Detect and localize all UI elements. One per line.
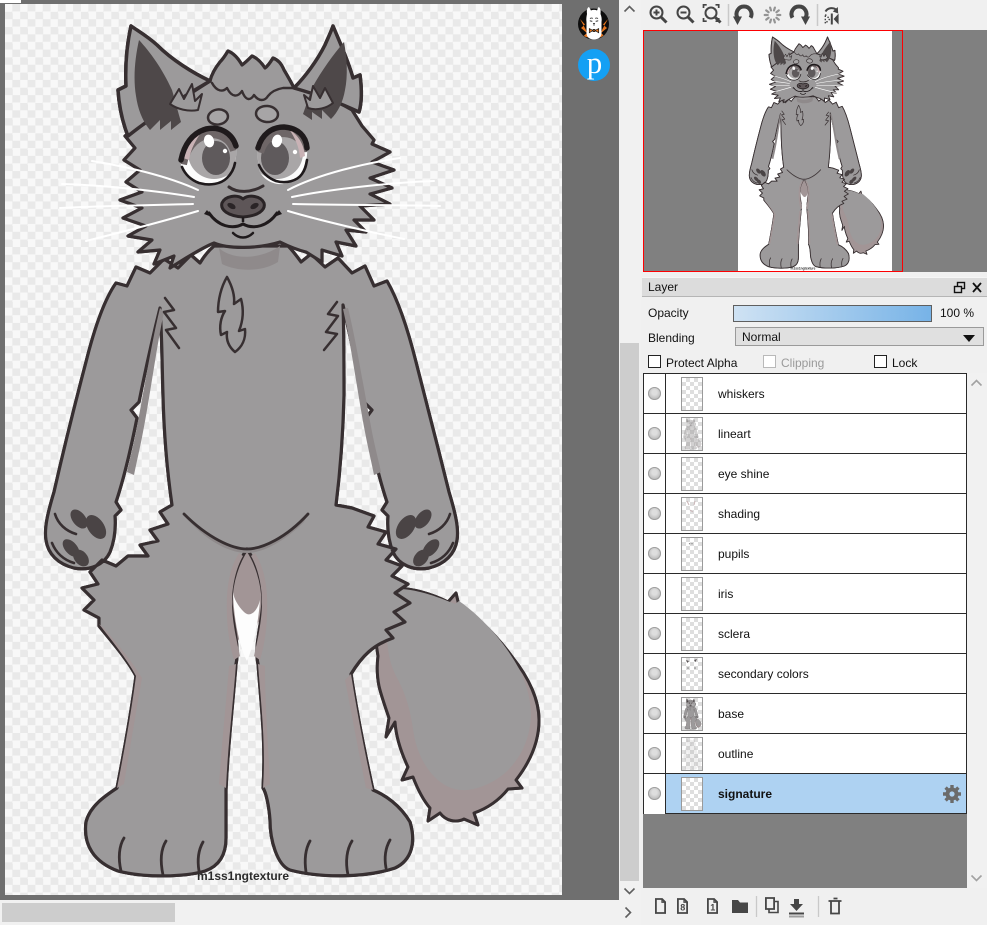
svg-text:8: 8 — [680, 903, 685, 913]
svg-text:p: p — [587, 45, 603, 80]
svg-text:1: 1 — [710, 903, 715, 913]
